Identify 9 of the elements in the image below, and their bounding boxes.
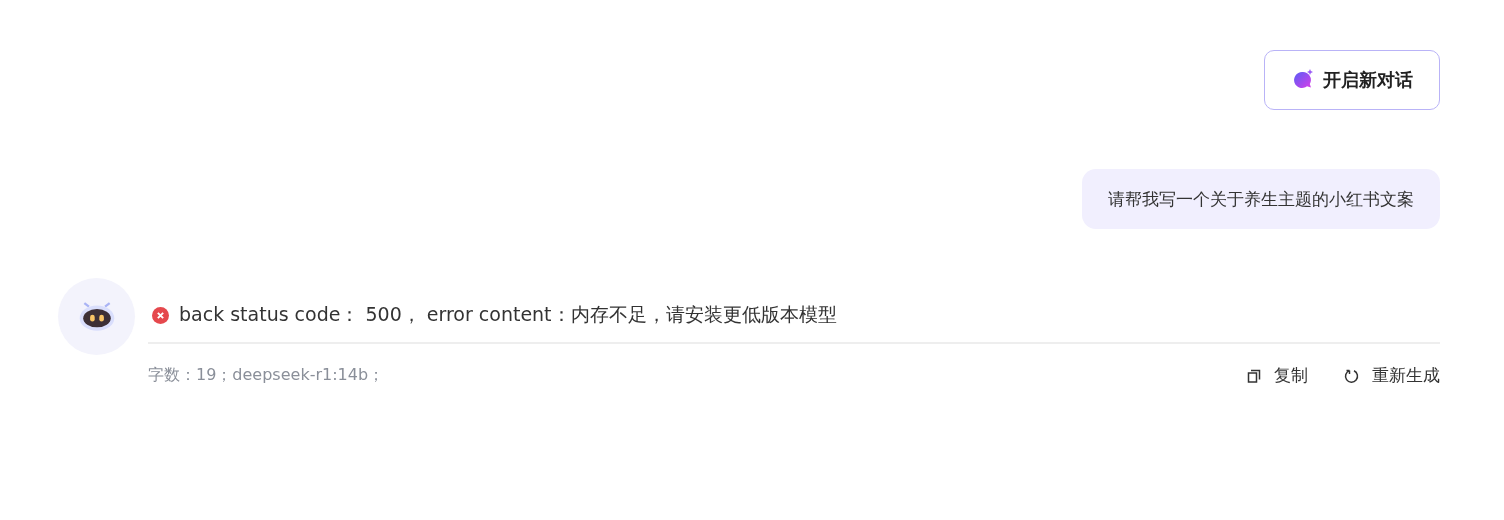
copy-button[interactable]: 复制 <box>1246 364 1308 387</box>
message-meta: 字数：19；deepseek-r1:14b； <box>148 365 385 386</box>
copy-icon <box>1246 367 1262 384</box>
regenerate-button[interactable]: 重新生成 <box>1344 364 1440 387</box>
refresh-icon <box>1344 367 1360 384</box>
user-message: 请帮我写一个关于养生主题的小红书文案 <box>1082 169 1440 229</box>
new-chat-button[interactable]: 开启新对话 <box>1264 50 1440 110</box>
error-icon <box>152 306 169 324</box>
error-message: back status code： 500， error content：内存不足，请安装更低版本模型 <box>179 302 837 327</box>
